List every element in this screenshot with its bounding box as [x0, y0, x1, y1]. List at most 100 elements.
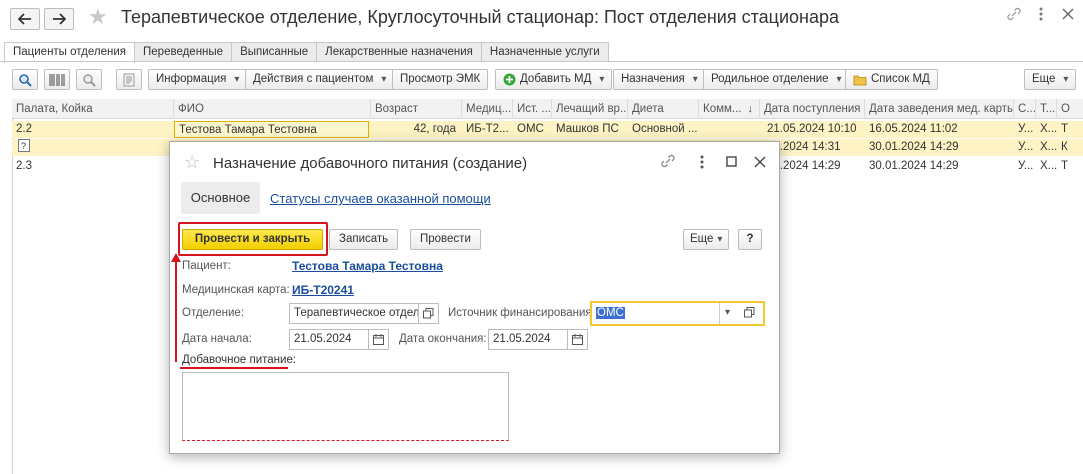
maximize-icon[interactable]	[726, 156, 738, 171]
dialog-title: Назначение добавочного питания (создание…	[213, 155, 528, 172]
plus-circle-icon	[503, 73, 516, 86]
open-form-icon	[423, 308, 434, 319]
patient-link[interactable]: Тестова Тамара Тестовна	[292, 259, 443, 273]
extra-nutrition-textarea[interactable]	[182, 372, 509, 441]
cell-s: У...	[1018, 141, 1034, 153]
cell-o: К	[1061, 141, 1068, 153]
funding-source-label: Источник финансирования:	[448, 307, 595, 319]
print-button[interactable]	[116, 69, 142, 90]
tab-transferred[interactable]: Переведенные	[134, 42, 233, 62]
cell-card-date: 16.05.2024 11:02	[869, 123, 958, 135]
clear-search-button[interactable]	[76, 69, 102, 90]
view-emk-button[interactable]: Просмотр ЭМК	[392, 69, 489, 90]
cell-t: Х...	[1040, 141, 1057, 153]
cell-fio[interactable]: Тестова Тамара Тестовна	[174, 121, 369, 138]
highlight-box	[178, 222, 328, 256]
start-date-label: Дата начала:	[182, 333, 252, 345]
main-tabs: Пациенты отделения Переведенные Выписанн…	[4, 42, 609, 63]
close-icon[interactable]	[754, 156, 766, 171]
write-button[interactable]: Записать	[329, 229, 399, 250]
department-input[interactable]: Терапевтическое отделе	[289, 303, 419, 324]
cell-t: Х...	[1040, 123, 1057, 135]
cell-source: ОМС	[517, 123, 544, 135]
maternity-dropdown[interactable]: Родильное отделение	[703, 69, 850, 90]
funding-source-select[interactable]: ОМС	[590, 301, 765, 326]
add-md-button[interactable]: Добавить МД	[495, 69, 613, 90]
view-emk-label: Просмотр ЭМК	[400, 73, 481, 85]
cell-card-date: 30.01.2024 14:29	[869, 141, 959, 153]
svg-text:?: ?	[21, 141, 26, 151]
dialog-more-dropdown[interactable]: Еще	[683, 229, 730, 250]
more-label: Еще	[1032, 73, 1056, 85]
col-o[interactable]: О	[1057, 99, 1083, 119]
cell-medcard: ИБ-Т2...	[466, 123, 509, 135]
tab-main[interactable]: Основное	[181, 182, 260, 214]
search-button[interactable]	[12, 69, 38, 90]
patient-actions-dropdown[interactable]: Действия с пациентом	[245, 69, 395, 90]
prescriptions-dropdown[interactable]: Назначения	[613, 69, 706, 90]
dialog-more-label: Еще	[690, 233, 714, 245]
calendar-icon	[572, 334, 583, 345]
col-t[interactable]: Т...	[1036, 99, 1057, 119]
window-title: Терапевтическое отделение, Круглосуточны…	[121, 7, 839, 27]
tab-drug-prescriptions[interactable]: Лекарственные назначения	[316, 42, 482, 62]
forward-button[interactable]	[44, 8, 74, 30]
end-date-calendar-button[interactable]	[568, 329, 588, 350]
close-icon[interactable]	[1062, 6, 1074, 27]
col-ward-bed[interactable]: Палата, Койка	[12, 99, 174, 119]
cell-doctor: Машков ПС	[556, 123, 619, 135]
card-label: Медицинская карта:	[182, 284, 290, 296]
col-diet[interactable]: Диета	[628, 99, 699, 119]
col-source[interactable]: Ист. ...	[513, 99, 552, 119]
red-underline	[180, 367, 288, 369]
col-medcard[interactable]: Медиц...	[462, 99, 513, 119]
department-label: Отделение:	[182, 307, 245, 319]
info-dropdown[interactable]: Информация	[148, 69, 248, 90]
cell-admission-date: 21.05.2024 10:10	[767, 123, 857, 135]
col-comment[interactable]: Комм... ↓	[699, 99, 760, 119]
back-button[interactable]	[10, 8, 40, 30]
col-admission-date[interactable]: Дата поступления	[760, 99, 865, 119]
col-doctor[interactable]: Лечащий вр...	[552, 99, 628, 119]
start-date-input[interactable]: 21.05.2024	[289, 329, 369, 350]
help-icon: ?	[14, 139, 34, 156]
link-icon[interactable]	[660, 153, 676, 172]
cell-comment	[699, 121, 760, 138]
tab-statuses[interactable]: Статусы случаев оказанной помощи	[270, 191, 491, 206]
col-age[interactable]: Возраст	[371, 99, 462, 119]
col-s[interactable]: С...	[1014, 99, 1036, 119]
tab-assigned-services[interactable]: Назначенные услуги	[480, 42, 609, 62]
cell-ward: 2.3	[16, 160, 32, 172]
md-list-button[interactable]: Список МД	[845, 69, 938, 90]
search-clear-icon	[83, 73, 96, 87]
extra-nutrition-label: Добавочное питание:	[182, 354, 297, 366]
department-open-button[interactable]	[419, 303, 439, 324]
col-fio[interactable]: ФИО	[174, 99, 371, 119]
open-form-icon	[744, 307, 755, 318]
start-date-calendar-button[interactable]	[369, 329, 389, 350]
add-md-label: Добавить МД	[520, 73, 592, 85]
card-link[interactable]: ИБ-Т20241	[292, 283, 354, 297]
more-vert-icon[interactable]	[1038, 6, 1044, 27]
help-button[interactable]: ?	[738, 229, 762, 250]
maternity-label: Родильное отделение	[711, 73, 829, 85]
link-icon[interactable]	[1006, 6, 1022, 27]
arrow-right-icon	[53, 13, 66, 25]
end-date-input[interactable]: 21.05.2024	[488, 329, 568, 350]
chevron-down-icon[interactable]: ▾	[725, 307, 730, 318]
post-button[interactable]: Провести	[410, 229, 481, 250]
more-dropdown[interactable]: Еще	[1024, 69, 1077, 90]
barcode-button[interactable]	[44, 69, 70, 90]
cell-o: Т	[1061, 160, 1069, 172]
extra-nutrition-dialog: ☆ Назначение добавочного питания (создан…	[169, 141, 780, 454]
more-vert-icon[interactable]	[699, 154, 705, 173]
arrow-left-icon	[18, 13, 31, 25]
tab-patients[interactable]: Пациенты отделения	[4, 42, 136, 63]
info-label: Информация	[156, 73, 227, 85]
favorite-star-icon[interactable]: ★	[88, 5, 108, 29]
table-row[interactable]: 2.2 Тестова Тамара Тестовна 42, года ИБ-…	[12, 121, 1083, 138]
funding-source-open-button[interactable]	[744, 307, 755, 321]
col-card-date[interactable]: Дата заведения мед. карты	[865, 99, 1014, 119]
favorite-star-icon[interactable]: ☆	[184, 152, 200, 172]
tab-discharged[interactable]: Выписанные	[231, 42, 318, 62]
